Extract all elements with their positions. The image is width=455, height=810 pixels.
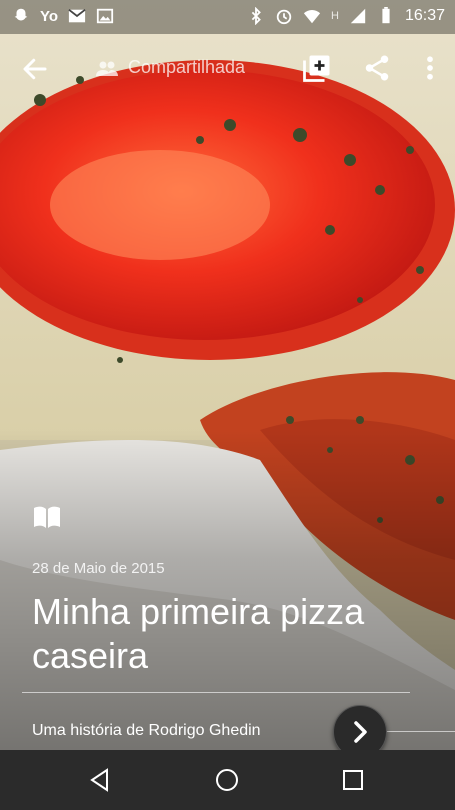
bluetooth-icon (251, 7, 261, 25)
share-icon[interactable] (362, 53, 392, 83)
divider (22, 692, 410, 693)
network-type-label: H (331, 10, 339, 22)
nav-recents-icon[interactable] (340, 767, 366, 793)
signal-icon (350, 8, 366, 24)
alarm-icon (276, 9, 292, 25)
next-line (386, 731, 455, 732)
clock: 16:37 (404, 7, 445, 24)
snapchat-icon (14, 8, 28, 21)
story-title: Minha primeira pizza caseira (32, 591, 365, 676)
story-author: Uma história de Rodrigo Ghedin (32, 722, 261, 739)
wifi-icon (303, 10, 321, 24)
image-icon (96, 8, 114, 24)
story-date: 28 de Maio de 2015 (32, 560, 165, 577)
battery-icon (382, 7, 390, 24)
app-bar: Compartilhada (0, 44, 455, 92)
gmail-icon (68, 8, 86, 23)
system-nav-bar (0, 750, 455, 810)
add-to-library-icon[interactable] (302, 53, 332, 83)
nav-back-icon[interactable] (87, 767, 113, 793)
nav-home-icon[interactable] (214, 767, 240, 793)
status-bar: Yo H 16:37 (0, 0, 455, 34)
people-icon (96, 61, 118, 76)
more-options-icon[interactable] (420, 53, 440, 83)
carrier-label: Yo (40, 7, 59, 25)
shared-label: Compartilhada (128, 57, 246, 77)
back-arrow-icon[interactable] (20, 54, 50, 84)
shared-indicator: Compartilhada (96, 57, 245, 78)
story-book-icon (34, 506, 60, 528)
